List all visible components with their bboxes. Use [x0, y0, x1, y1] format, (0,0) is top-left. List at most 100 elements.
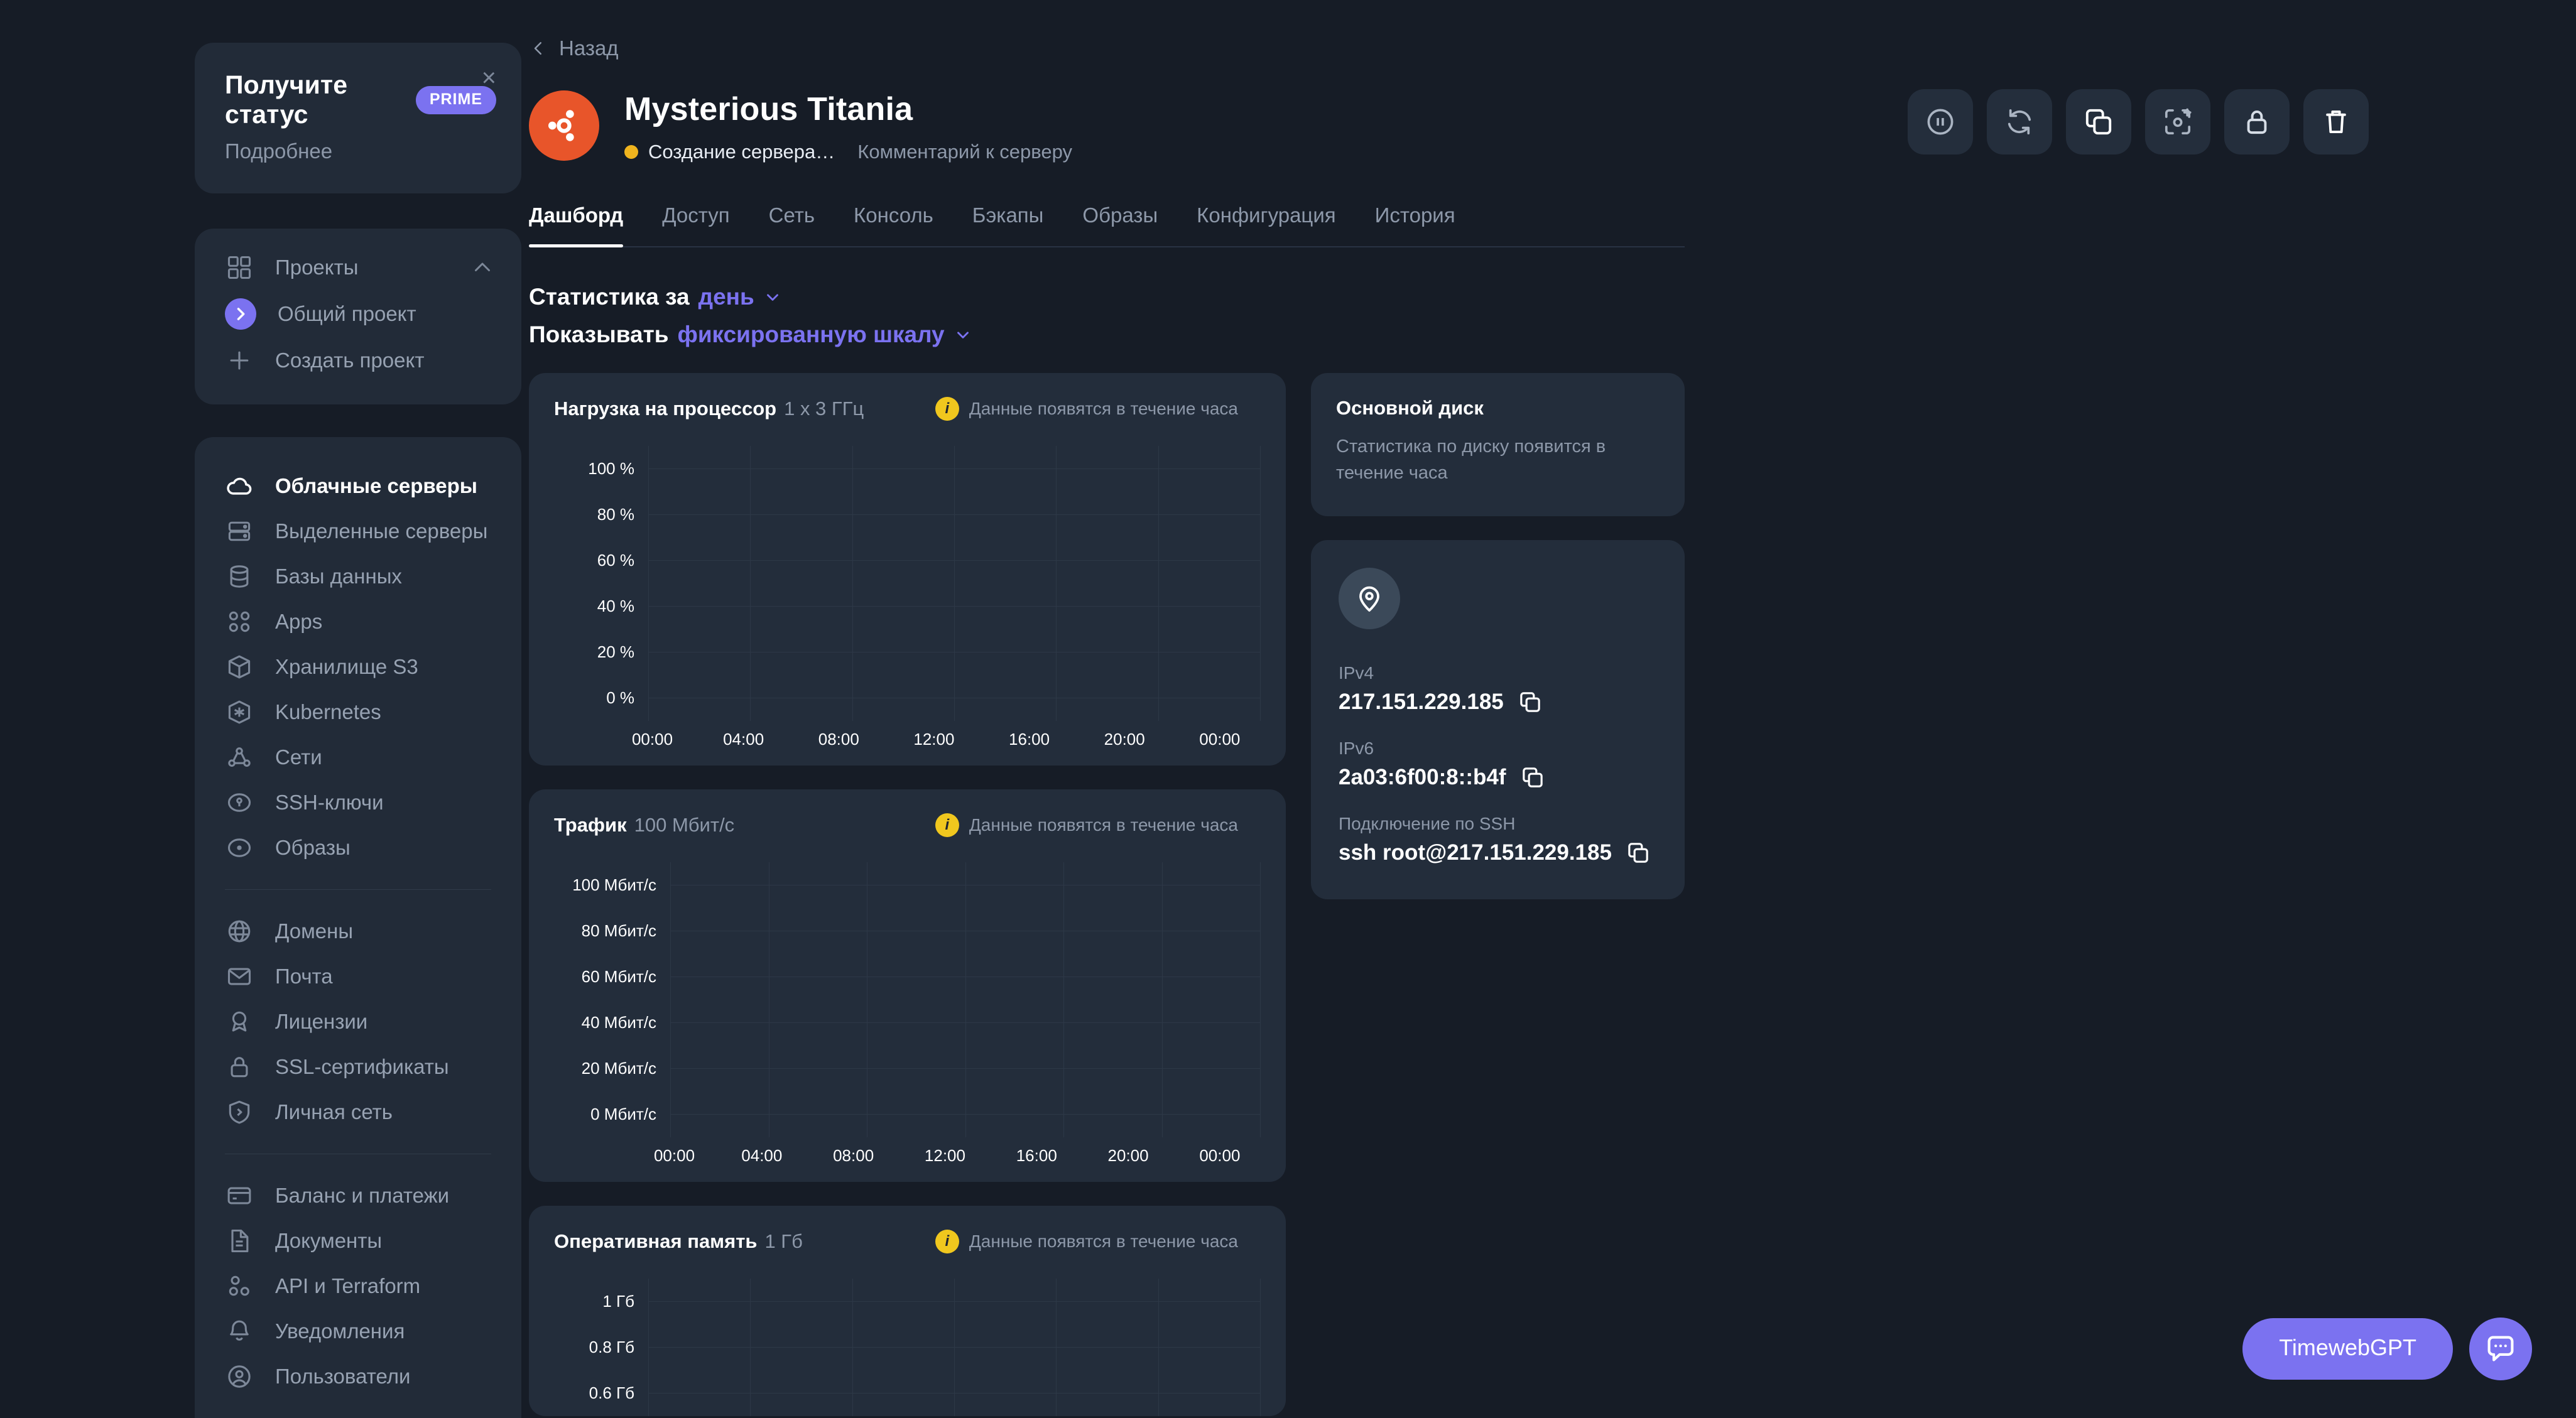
chart-title: Оперативная память: [554, 1230, 758, 1252]
cloud-icon: [225, 472, 254, 501]
y-tick: 100 Мбит/с: [572, 875, 656, 894]
y-tick: 80 Мбит/с: [581, 921, 656, 940]
server-icon: [225, 517, 254, 546]
ipv6-row: 2a03:6f00:8::b4f: [1339, 765, 1657, 790]
pause-button[interactable]: [1908, 89, 1973, 154]
x-tick: 04:00: [723, 730, 764, 749]
tab-history[interactable]: История: [1375, 203, 1455, 246]
ipv4-row: 217.151.229.185: [1339, 690, 1657, 715]
credit-card-icon: [225, 1181, 254, 1210]
tab-images[interactable]: Образы: [1082, 203, 1158, 246]
scale-selector[interactable]: Показывать фиксированную шкалу: [529, 322, 1685, 348]
lock-button[interactable]: [2224, 89, 2290, 154]
chart-note: i Данные появятся в течение часа: [935, 397, 1238, 421]
sidebar-item-label: Apps: [275, 610, 323, 633]
sidebar-item-label: Баланс и платежи: [275, 1184, 450, 1207]
sidebar-item-documents[interactable]: Документы: [195, 1218, 521, 1264]
close-icon[interactable]: ×: [482, 65, 496, 90]
page-title: Mysterious Titania: [624, 91, 913, 127]
map-pin-icon: [1339, 568, 1400, 630]
y-tick: 20 Мбит/с: [581, 1059, 656, 1078]
sidebar-item-cloud-servers[interactable]: Облачные серверы: [195, 463, 521, 509]
ipv6-value: 2a03:6f00:8::b4f: [1339, 765, 1506, 790]
sidebar-item-s3-storage[interactable]: Хранилище S3: [195, 644, 521, 690]
sidebar-item-label: Хранилище S3: [275, 655, 418, 678]
tab-network[interactable]: Сеть: [769, 203, 815, 246]
info-column: Основной диск Статистика по диску появит…: [1311, 373, 1685, 900]
snapshot-button[interactable]: [2145, 89, 2210, 154]
x-tick: 16:00: [1016, 1146, 1057, 1165]
y-tick: 0 %: [606, 688, 634, 707]
divider: [225, 889, 491, 890]
tab-access[interactable]: Доступ: [662, 203, 729, 246]
chevron-up-icon[interactable]: [471, 256, 494, 279]
copy-icon[interactable]: [1518, 690, 1543, 715]
copy-icon[interactable]: [1520, 765, 1545, 790]
delete-button[interactable]: [2303, 89, 2369, 154]
sidebar-item-balance[interactable]: Баланс и платежи: [195, 1173, 521, 1218]
scale-value[interactable]: фиксированную шкалу: [677, 322, 944, 348]
x-tick: 12:00: [924, 1146, 965, 1165]
back-link[interactable]: Назад: [529, 36, 1685, 60]
sidebar: × Получите статус PRIME Подробнее Проект…: [0, 0, 521, 1418]
sidebar-item-kubernetes[interactable]: Kubernetes: [195, 690, 521, 735]
promo-more-link[interactable]: Подробнее: [225, 139, 496, 163]
tab-dashboard[interactable]: Дашборд: [529, 203, 624, 247]
tab-console[interactable]: Консоль: [854, 203, 933, 246]
ram-plot: 1 Гб 0.8 Гб 0.6 Гб: [554, 1279, 1261, 1416]
grid-icon: [225, 253, 254, 282]
sidebar-item-label: API и Terraform: [275, 1274, 421, 1297]
sidebar-item-notifications[interactable]: Уведомления: [195, 1309, 521, 1354]
sidebar-item-licenses[interactable]: Лицензии: [195, 999, 521, 1044]
period-selector[interactable]: Статистика за день: [529, 284, 1685, 310]
x-tick: 08:00: [818, 730, 859, 749]
sidebar-item-images[interactable]: Образы: [195, 825, 521, 870]
sidebar-item-label: Уведомления: [275, 1319, 405, 1343]
sidebar-item-networks[interactable]: Сети: [195, 735, 521, 780]
x-tick: 12:00: [913, 730, 955, 749]
sidebar-item-label: Kubernetes: [275, 700, 381, 723]
sidebar-item-private-network[interactable]: Личная сеть: [195, 1090, 521, 1135]
sidebar-item-projects[interactable]: Проекты: [195, 245, 521, 290]
tab-configuration[interactable]: Конфигурация: [1197, 203, 1335, 246]
sidebar-item-general-project[interactable]: Общий проект: [195, 290, 521, 338]
sidebar-item-ssl-certificates[interactable]: SSL-сертификаты: [195, 1044, 521, 1090]
tab-backups[interactable]: Бэкапы: [972, 203, 1044, 246]
ssh-value: ssh root@217.151.229.185: [1339, 840, 1612, 865]
prime-promo-card[interactable]: × Получите статус PRIME Подробнее: [195, 43, 521, 193]
sidebar-item-apps[interactable]: Apps: [195, 599, 521, 644]
project-chevron-icon: [225, 298, 256, 330]
floating-actions: TimewebGPT: [2242, 1318, 2532, 1380]
copy-icon[interactable]: [1626, 840, 1651, 865]
bell-icon: [225, 1317, 254, 1346]
x-tick: 16:00: [1009, 730, 1050, 749]
sidebar-item-databases[interactable]: Базы данных: [195, 554, 521, 599]
sidebar-item-domains[interactable]: Домены: [195, 909, 521, 954]
x-tick: 04:00: [741, 1146, 783, 1165]
sidebar-item-label: SSL-сертификаты: [275, 1055, 449, 1078]
server-comment-link[interactable]: Комментарий к серверу: [857, 141, 1072, 163]
period-value[interactable]: день: [698, 284, 754, 310]
sidebar-item-api-terraform[interactable]: API и Terraform: [195, 1264, 521, 1309]
reboot-button[interactable]: [1987, 89, 2052, 154]
clone-button[interactable]: [2066, 89, 2131, 154]
kubernetes-icon: [225, 698, 254, 727]
ipv4-value: 217.151.229.185: [1339, 690, 1504, 715]
sidebar-item-mail[interactable]: Почта: [195, 954, 521, 999]
sidebar-item-create-project[interactable]: Создать проект: [195, 338, 521, 383]
sidebar-item-label: Выделенные серверы: [275, 519, 488, 543]
timewebgpt-button[interactable]: TimewebGPT: [2242, 1318, 2453, 1380]
chevron-down-icon: [766, 294, 778, 301]
sidebar-item-dedicated-servers[interactable]: Выделенные серверы: [195, 509, 521, 554]
chat-button[interactable]: [2469, 1318, 2532, 1380]
ram-chart-card: Оперативная память 1 Гб i Данные появятс…: [529, 1206, 1286, 1416]
chart-unit: 1 x 3 ГГц: [784, 398, 864, 419]
ubuntu-icon: [529, 90, 599, 161]
sidebar-item-users[interactable]: Пользователи: [195, 1354, 521, 1399]
tabs-bar: Дашборд Доступ Сеть Консоль Бэкапы Образ…: [529, 203, 1685, 247]
period-label: Статистика за: [529, 284, 690, 310]
cpu-plot: 100 % 80 % 60 % 40 % 20 % 0 % 00:00 04:0…: [554, 446, 1261, 749]
sidebar-item-ssh-keys[interactable]: SSH-ключи: [195, 780, 521, 825]
ipv6-label: IPv6: [1339, 739, 1374, 759]
chart-note-text: Данные появятся в течение часа: [969, 1231, 1238, 1251]
